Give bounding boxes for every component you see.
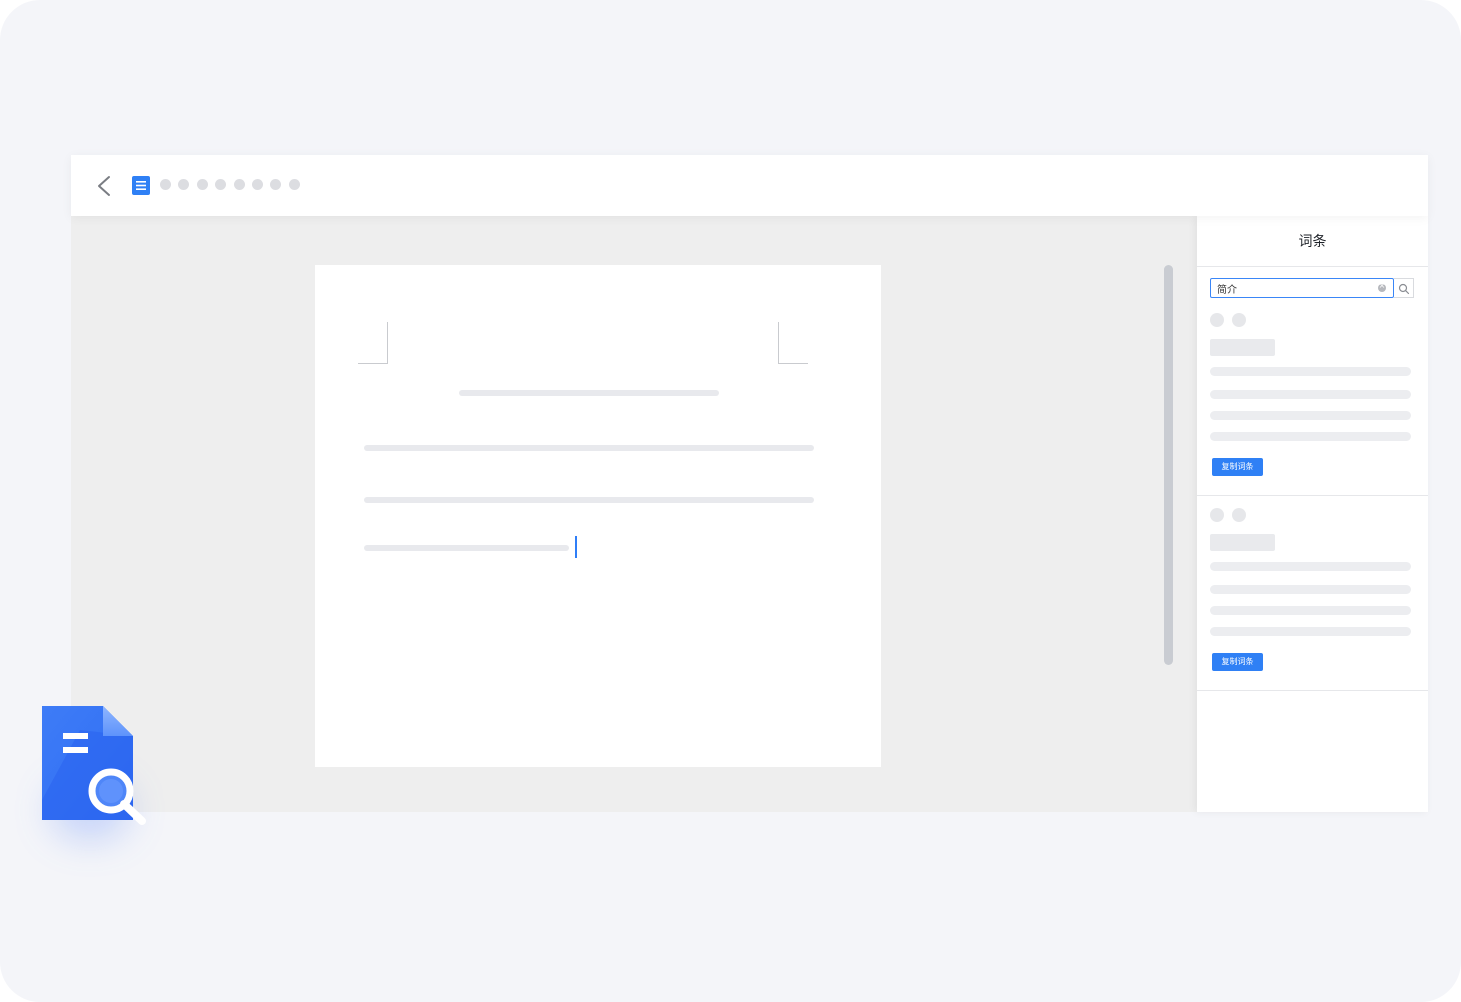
entry-text-placeholder	[1210, 390, 1411, 399]
divider	[1197, 266, 1428, 267]
document-icon	[132, 176, 150, 195]
entry-text-placeholder	[1210, 367, 1411, 376]
divider	[1197, 690, 1428, 691]
title-dot	[233, 179, 245, 190]
title-dot	[160, 179, 171, 190]
entry-meta-dot	[1232, 508, 1246, 522]
document-search-icon	[20, 700, 160, 840]
page-corner-marker-left	[358, 322, 388, 364]
text-line-placeholder	[364, 497, 814, 503]
entry-meta-dot	[1210, 313, 1224, 327]
term-search-input[interactable]	[1210, 278, 1394, 298]
search-icon	[1398, 283, 1410, 295]
entry-text-placeholder	[1210, 411, 1411, 420]
title-dot	[251, 179, 263, 190]
search-button[interactable]	[1394, 278, 1414, 298]
entry-text-placeholder	[1210, 585, 1411, 594]
title-dot	[215, 179, 227, 190]
entry-text-placeholder	[1210, 606, 1411, 615]
entry-title-placeholder	[1210, 534, 1275, 551]
chevron-left-icon	[98, 176, 110, 196]
page-corner-marker-right	[778, 322, 808, 364]
title-dot	[288, 179, 300, 190]
entry-text-placeholder	[1210, 627, 1411, 636]
panel-title: 词条	[1298, 234, 1327, 250]
canvas-background: 词条 复制词条 复制词条	[0, 0, 1461, 1002]
entry-meta-dot	[1232, 313, 1246, 327]
text-line-placeholder	[364, 545, 569, 551]
title-dot	[178, 179, 190, 190]
document-title-placeholder	[160, 179, 300, 190]
divider	[1197, 495, 1428, 496]
entry-text-placeholder	[1210, 432, 1411, 441]
terms-panel: 词条 复制词条 复制词条	[1197, 216, 1428, 812]
editor-scrollbar[interactable]	[1164, 265, 1173, 665]
text-cursor	[575, 536, 577, 558]
text-line-placeholder	[364, 445, 814, 451]
document-heading-placeholder	[459, 390, 719, 396]
title-dot	[270, 179, 282, 190]
clear-icon[interactable]	[1378, 281, 1386, 292]
entry-title-placeholder	[1210, 339, 1275, 356]
copy-term-button[interactable]: 复制词条	[1212, 653, 1263, 671]
back-button[interactable]	[92, 172, 116, 200]
title-dot	[196, 179, 208, 190]
entry-meta-dot	[1210, 508, 1224, 522]
copy-term-button[interactable]: 复制词条	[1212, 458, 1263, 476]
entry-text-placeholder	[1210, 562, 1411, 571]
